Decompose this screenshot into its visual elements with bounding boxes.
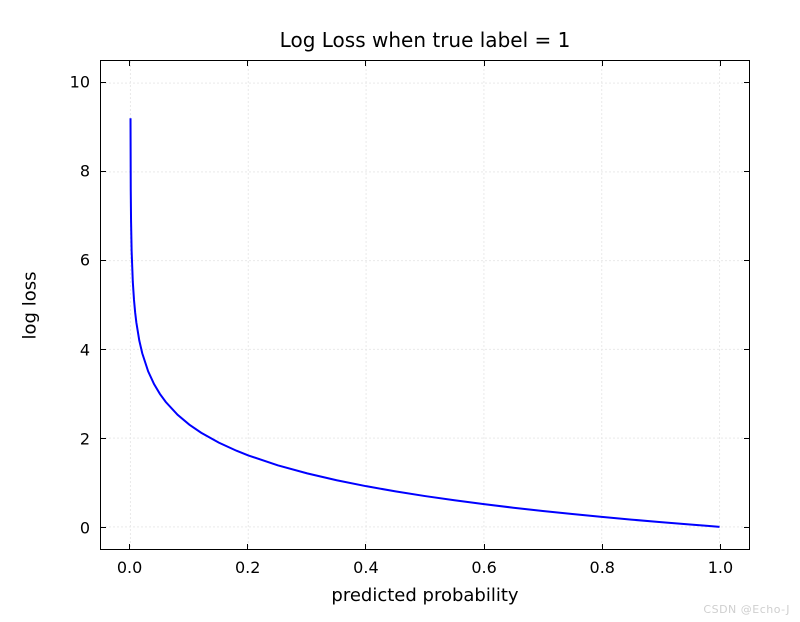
x-tick-mark	[365, 544, 366, 549]
x-tick-label: 0.2	[223, 558, 273, 577]
x-tick-mark	[720, 544, 721, 549]
watermark: CSDN @Echo-J	[703, 603, 790, 616]
x-tick-mark	[602, 61, 603, 66]
plot-svg	[101, 61, 749, 549]
x-tick-mark	[247, 544, 248, 549]
y-tick-mark	[101, 438, 106, 439]
y-tick-mark	[101, 527, 106, 528]
y-tick-mark	[101, 260, 106, 261]
x-tick-label: 0.0	[105, 558, 155, 577]
x-tick-mark	[365, 61, 366, 66]
x-tick-mark	[484, 544, 485, 549]
x-tick-label: 0.4	[341, 558, 391, 577]
x-tick-mark	[129, 61, 130, 66]
y-tick-label: 10	[50, 73, 90, 92]
x-tick-mark	[247, 61, 248, 66]
y-tick-mark	[744, 260, 749, 261]
y-tick-mark	[744, 171, 749, 172]
x-tick-label: 0.8	[577, 558, 627, 577]
gridlines	[101, 61, 749, 549]
x-tick-label: 1.0	[695, 558, 745, 577]
y-tick-mark	[101, 171, 106, 172]
y-tick-mark	[744, 527, 749, 528]
y-tick-mark	[744, 82, 749, 83]
y-tick-mark	[744, 349, 749, 350]
y-tick-mark	[744, 438, 749, 439]
y-tick-label: 4	[50, 340, 90, 359]
y-axis-label: log loss	[20, 60, 40, 550]
y-tick-label: 6	[50, 251, 90, 270]
y-tick-label: 8	[50, 162, 90, 181]
y-tick-mark	[101, 349, 106, 350]
plot-area	[100, 60, 750, 550]
x-tick-mark	[720, 61, 721, 66]
y-tick-label: 2	[50, 429, 90, 448]
y-axis-label-text: log loss	[20, 271, 41, 339]
x-axis-label: predicted probability	[100, 585, 750, 606]
x-tick-mark	[484, 61, 485, 66]
log-loss-curve	[131, 118, 720, 527]
figure: Log Loss when true label = 1 log loss 0 …	[0, 0, 800, 622]
y-tick-mark	[101, 82, 106, 83]
x-tick-label: 0.6	[459, 558, 509, 577]
x-tick-mark	[129, 544, 130, 549]
x-tick-mark	[602, 544, 603, 549]
chart-title: Log Loss when true label = 1	[100, 28, 750, 52]
y-tick-label: 0	[50, 518, 90, 537]
